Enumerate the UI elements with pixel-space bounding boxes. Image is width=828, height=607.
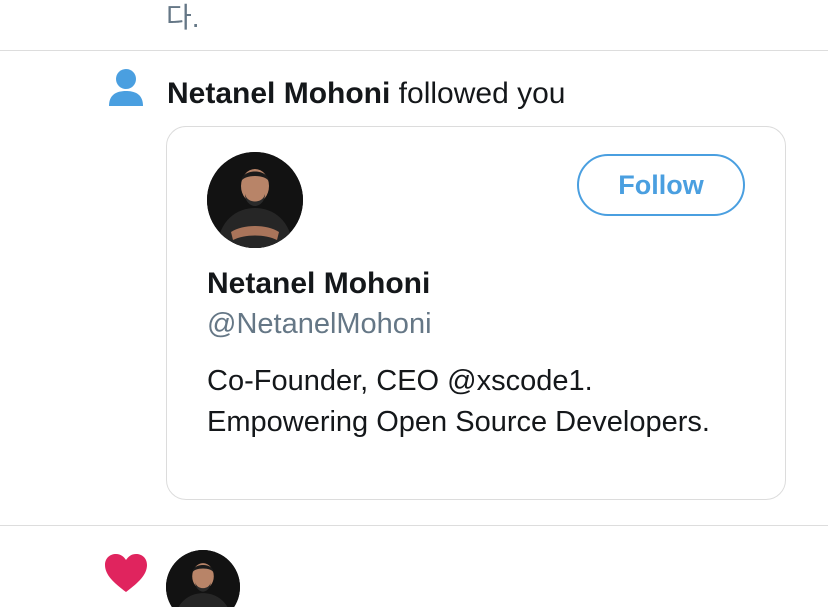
divider <box>0 50 828 51</box>
avatar[interactable] <box>166 550 240 607</box>
person-icon <box>109 69 143 106</box>
divider <box>0 525 828 526</box>
notification-text: Netanel Mohoni followed you <box>167 75 565 113</box>
notification-action: followed you <box>390 77 566 110</box>
user-card[interactable]: Follow Netanel Mohoni @NetanelMohoni Co-… <box>166 126 786 500</box>
avatar-photo <box>166 550 240 607</box>
avatar-photo <box>207 152 303 248</box>
avatar[interactable] <box>207 152 303 248</box>
previous-notification-text-fragment: 다. <box>166 2 200 33</box>
notifications-timeline: 다. Netanel Mohoni followed you Follow Ne… <box>0 0 828 607</box>
card-user-name[interactable]: Netanel Mohoni <box>207 265 430 303</box>
heart-icon <box>105 554 147 592</box>
card-user-bio: Co-Founder, CEO @xscode1. Empowering Ope… <box>207 365 710 438</box>
card-user-handle[interactable]: @NetanelMohoni <box>207 305 432 343</box>
notification-user-name[interactable]: Netanel Mohoni <box>167 77 390 110</box>
follow-button[interactable]: Follow <box>577 154 745 216</box>
